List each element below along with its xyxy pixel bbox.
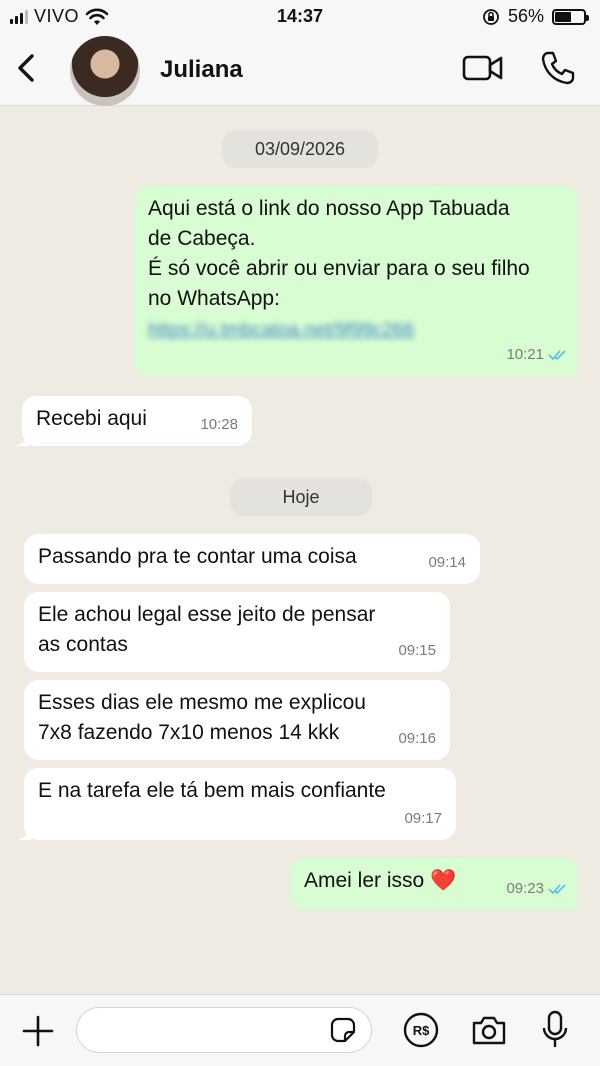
message-text: Ele achou legal esse jeito de pensar as … <box>38 603 376 656</box>
message-bubble-incoming[interactable]: Passando pra te contar uma coisa 09:14 <box>24 534 480 584</box>
pix-payment-icon[interactable]: R$ <box>402 1011 440 1049</box>
phone-icon[interactable] <box>540 50 576 86</box>
contact-name[interactable]: Juliana <box>160 56 243 84</box>
message-link[interactable]: https://u.tmbcatoa.net/9f99c266 <box>148 316 564 346</box>
time-label: 09:23 <box>506 880 544 897</box>
message-bubble-outgoing[interactable]: Amei ler isso ❤️ 09:23 <box>290 858 585 910</box>
date-separator: 03/09/2026 <box>222 130 378 168</box>
read-ticks-icon <box>548 884 566 895</box>
message-time: 09:23 <box>506 874 568 904</box>
message-text: Aqui está o link do nosso App Tabuada de… <box>148 197 530 310</box>
battery-percent: 56% <box>507 6 544 26</box>
bubble-tail <box>17 826 31 840</box>
date-separator: Hoje <box>230 478 372 516</box>
chat-area[interactable]: 03/09/2026 Aqui está o link do nosso App… <box>0 106 600 994</box>
message-text: Esses dias ele mesmo me explicou 7x8 faz… <box>38 691 366 744</box>
message-bubble-incoming[interactable]: Recebi aqui 10:28 <box>15 396 252 446</box>
message-time: 10:28 <box>200 416 238 433</box>
message-time: 09:14 <box>428 554 466 571</box>
bubble-tail <box>571 896 585 910</box>
camera-icon[interactable] <box>470 1013 508 1047</box>
message-time: 09:15 <box>398 642 436 659</box>
time-label: 10:21 <box>506 346 544 363</box>
microphone-icon[interactable] <box>540 1009 570 1051</box>
video-call-icon[interactable] <box>462 52 504 84</box>
message-bubble-outgoing[interactable]: Aqui está o link do nosso App Tabuada de… <box>134 186 585 376</box>
contact-avatar[interactable] <box>70 36 140 106</box>
message-bubble-incoming[interactable]: E na tarefa ele tá bem mais confiante 09… <box>17 768 456 840</box>
bubble-tail <box>15 432 29 446</box>
battery-icon <box>552 8 589 25</box>
message-time: 10:21 <box>506 340 568 370</box>
sticker-icon[interactable] <box>328 1015 358 1045</box>
chat-header: Juliana <box>0 34 600 106</box>
message-time: 09:16 <box>398 730 436 747</box>
svg-text:R$: R$ <box>413 1023 430 1038</box>
plus-icon[interactable] <box>20 1013 56 1049</box>
status-bar: VIVO 14:37 56% <box>0 0 600 34</box>
status-right: 56% <box>482 6 589 27</box>
message-text: Passando pra te contar uma coisa <box>38 545 357 568</box>
message-bubble-incoming[interactable]: Esses dias ele mesmo me explicou 7x8 faz… <box>24 680 450 760</box>
read-ticks-icon <box>548 350 566 361</box>
composer-bar: R$ <box>0 994 600 1066</box>
orientation-lock-icon <box>483 8 499 25</box>
message-bubble-incoming[interactable]: Ele achou legal esse jeito de pensar as … <box>24 592 450 672</box>
battery-fill <box>555 11 571 22</box>
message-text: E na tarefa ele tá bem mais confiante <box>38 779 386 802</box>
back-chevron-icon[interactable] <box>12 50 42 86</box>
message-time: 09:17 <box>404 810 442 827</box>
bubble-tail <box>571 362 585 376</box>
